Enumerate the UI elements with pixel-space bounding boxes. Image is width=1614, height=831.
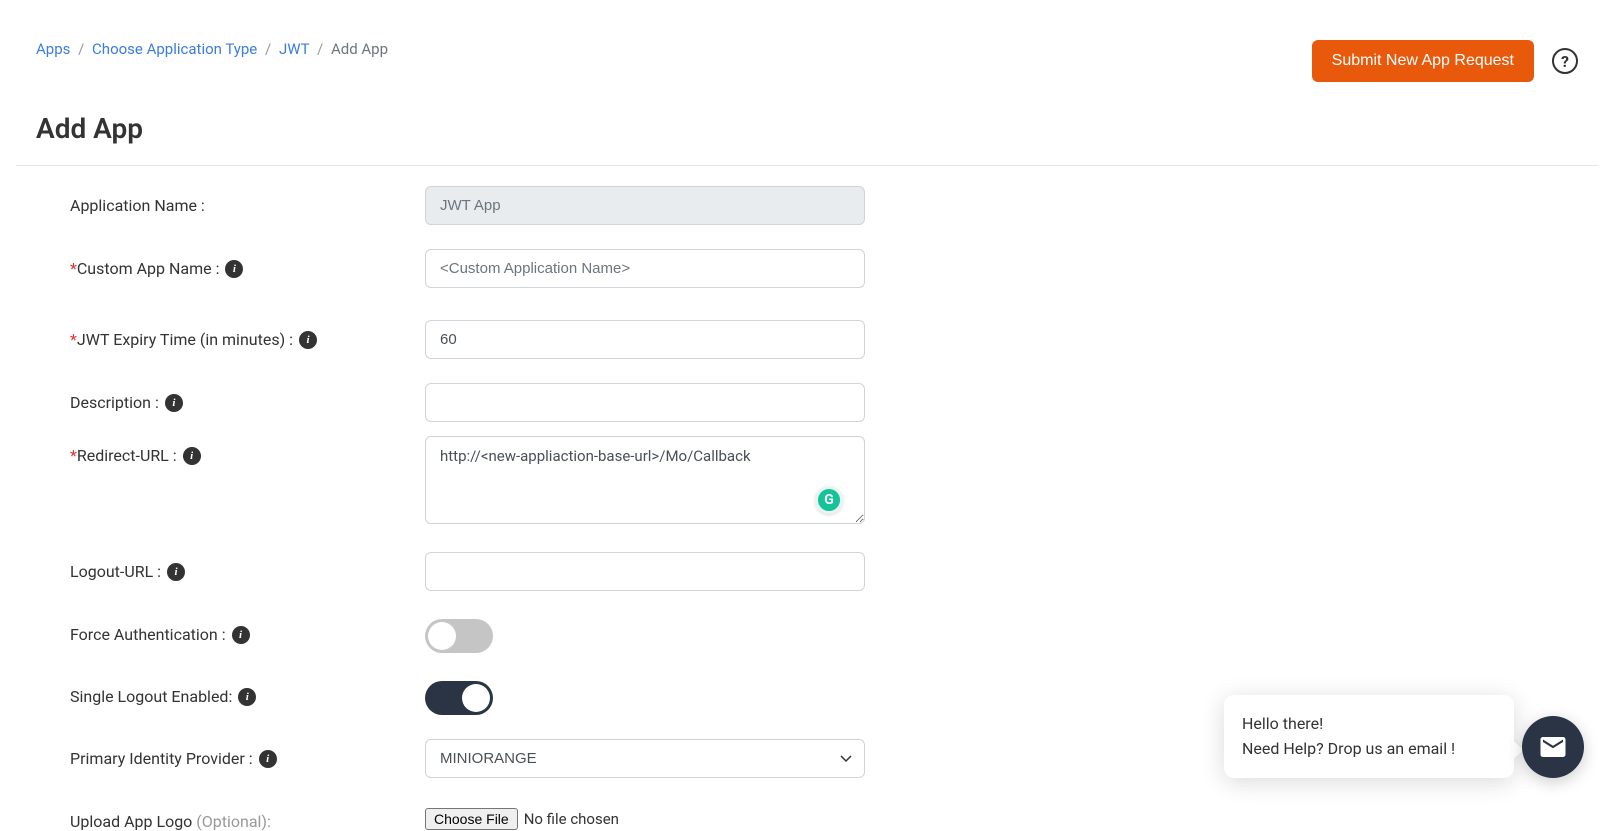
upload-logo-label: Upload App Logo (Optional): (70, 802, 425, 831)
file-status: No file chosen (524, 810, 619, 828)
description-label: Description : i (70, 383, 425, 412)
info-icon[interactable]: i (165, 394, 183, 412)
breadcrumb-jwt[interactable]: JWT (279, 40, 309, 58)
force-auth-toggle[interactable] (425, 619, 493, 653)
chat-line2: Need Help? Drop us an email ! (1242, 736, 1496, 762)
breadcrumb-sep: / (265, 40, 271, 58)
jwt-expiry-input[interactable] (425, 320, 865, 359)
description-input[interactable] (425, 383, 865, 422)
submit-new-app-button[interactable]: Submit New App Request (1312, 40, 1534, 82)
breadcrumb-sep: / (317, 40, 323, 58)
info-icon[interactable]: i (183, 447, 201, 465)
info-icon[interactable]: i (299, 331, 317, 349)
page-title: Add App (0, 82, 1614, 165)
breadcrumb-choose-type[interactable]: Choose Application Type (92, 40, 257, 58)
breadcrumb-sep: / (78, 40, 84, 58)
redirect-url-label: *Redirect-URL : i (70, 436, 425, 465)
chat-popup: Hello there! Need Help? Drop us an email… (1224, 695, 1514, 778)
grammarly-icon[interactable]: G (815, 486, 843, 514)
single-logout-label: Single Logout Enabled: i (70, 677, 425, 706)
mail-icon (1538, 732, 1568, 762)
info-icon[interactable]: i (225, 260, 243, 278)
redirect-url-input[interactable]: http://<new-appliaction-base-url>/Mo/Cal… (425, 436, 865, 524)
primary-idp-label: Primary Identity Provider : i (70, 739, 425, 768)
choose-file-button[interactable]: Choose File (425, 808, 518, 830)
help-icon[interactable]: ? (1552, 48, 1578, 74)
logout-url-input[interactable] (425, 552, 865, 591)
chat-button[interactable] (1522, 716, 1584, 778)
custom-app-name-input[interactable] (425, 249, 865, 288)
logout-url-label: Logout-URL : i (70, 552, 425, 581)
info-icon[interactable]: i (167, 563, 185, 581)
chat-line1: Hello there! (1242, 711, 1496, 737)
custom-app-name-label: *Custom App Name : i (70, 249, 425, 278)
force-auth-label: Force Authentication : i (70, 615, 425, 644)
application-name-label: Application Name : (70, 186, 425, 215)
single-logout-toggle[interactable] (425, 681, 493, 715)
info-icon[interactable]: i (259, 750, 277, 768)
info-icon[interactable]: i (232, 626, 250, 644)
breadcrumb-current: Add App (331, 40, 388, 58)
breadcrumb: Apps / Choose Application Type / JWT / A… (36, 40, 388, 58)
primary-idp-select[interactable]: MINIORANGE (425, 739, 865, 778)
info-icon[interactable]: i (238, 688, 256, 706)
jwt-expiry-label: *JWT Expiry Time (in minutes) : i (70, 320, 425, 349)
breadcrumb-apps[interactable]: Apps (36, 40, 70, 58)
application-name-input (425, 186, 865, 225)
